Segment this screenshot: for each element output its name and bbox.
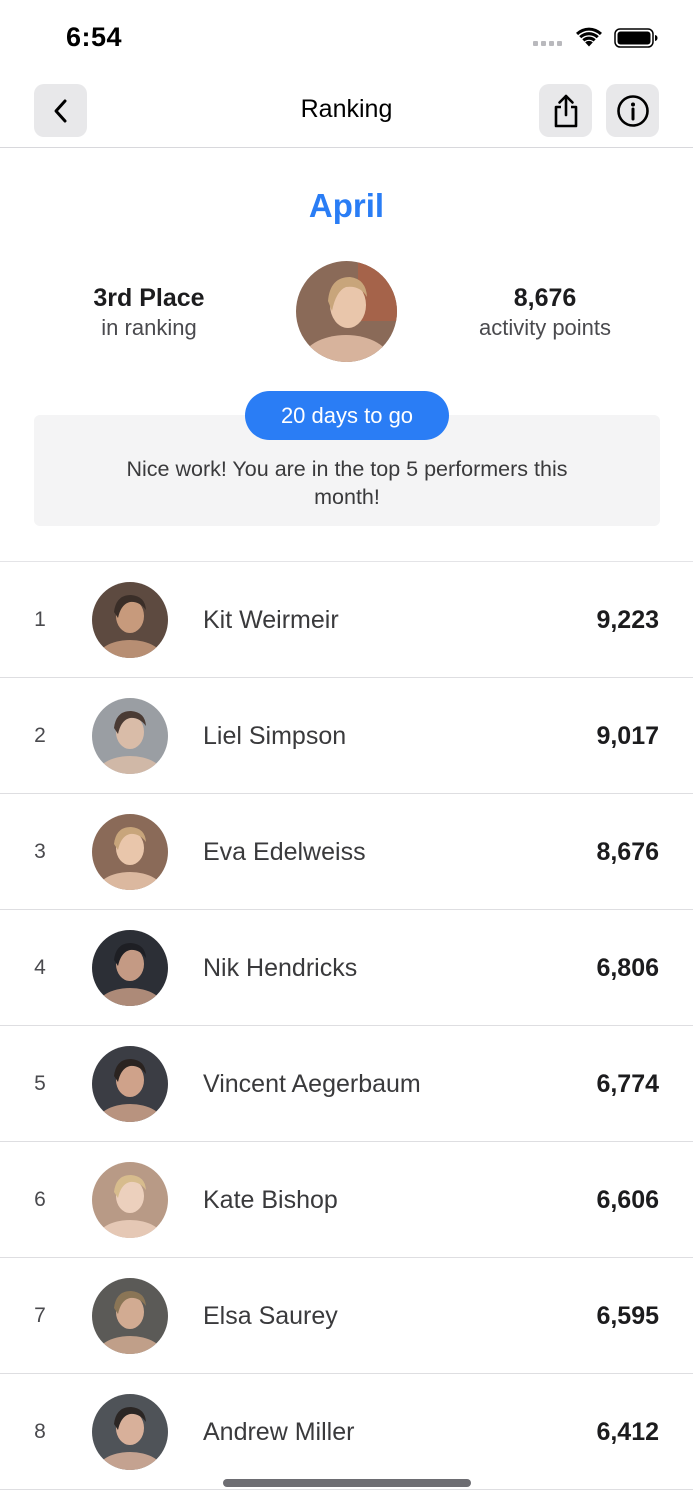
ranking-row[interactable]: 7 Elsa Saurey 6,595	[0, 1258, 693, 1374]
cellular-signal-icon	[533, 41, 562, 46]
member-name: Kate Bishop	[203, 1185, 338, 1214]
avatar	[92, 1394, 168, 1470]
rank-number: 1	[34, 608, 46, 631]
battery-icon	[614, 28, 658, 48]
member-points: 6,806	[596, 953, 659, 982]
member-name: Kit Weirmeir	[203, 605, 339, 634]
member-name: Liel Simpson	[203, 721, 347, 750]
avatar	[92, 1278, 168, 1354]
user-avatar	[296, 261, 397, 362]
place-stat: 3rd Place in ranking	[38, 283, 260, 343]
rank-number: 2	[34, 724, 46, 747]
place-caption: in ranking	[101, 315, 197, 340]
avatar	[92, 582, 168, 658]
avatar	[92, 1162, 168, 1238]
rank-number: 3	[34, 840, 46, 863]
encouragement-message: Nice work! You are in the top 5 performe…	[126, 457, 568, 509]
avatar	[92, 814, 168, 890]
avatar	[92, 1046, 168, 1122]
month-title: April	[308, 187, 385, 224]
rank-number: 8	[34, 1420, 46, 1443]
place-value: 3rd Place	[93, 284, 205, 312]
ranking-row[interactable]: 5 Vincent Aegerbaum 6,774	[0, 1026, 693, 1142]
member-points: 9,223	[596, 605, 659, 634]
member-points: 6,774	[596, 1069, 659, 1098]
share-button[interactable]	[539, 84, 592, 137]
share-icon	[554, 94, 577, 127]
member-points: 6,606	[596, 1185, 659, 1214]
ranking-list: 1 Kit Weirmeir 9,223 2 Liel Simpson 9,017 3 Eva…	[0, 561, 693, 1490]
nav-bar: Ranking	[0, 76, 693, 148]
member-name: Nik Hendricks	[203, 953, 358, 982]
avatar	[92, 698, 168, 774]
points-value: 8,676	[513, 284, 577, 312]
ranking-row[interactable]: 3 Eva Edelweiss 8,676	[0, 794, 693, 910]
rank-number: 5	[34, 1072, 46, 1095]
ranking-row[interactable]: 2 Liel Simpson 9,017	[0, 678, 693, 794]
points-stat: 8,676 activity points	[434, 283, 656, 343]
rank-number: 4	[34, 956, 46, 979]
days-to-go-badge[interactable]: 20 days to go	[245, 391, 449, 440]
member-name: Eva Edelweiss	[203, 837, 366, 866]
status-time: 6:54	[66, 22, 123, 52]
member-points: 9,017	[596, 721, 659, 750]
member-points: 6,595	[596, 1301, 659, 1330]
info-icon	[616, 94, 649, 127]
member-name: Vincent Aegerbaum	[203, 1069, 421, 1098]
ranking-row[interactable]: 8 Andrew Miller 6,412	[0, 1374, 693, 1490]
rank-number: 7	[34, 1304, 46, 1327]
ranking-row[interactable]: 1 Kit Weirmeir 9,223	[0, 562, 693, 678]
rank-number: 6	[34, 1188, 46, 1211]
member-points: 6,412	[596, 1417, 659, 1446]
member-name: Andrew Miller	[203, 1417, 355, 1446]
wifi-icon	[576, 27, 602, 47]
avatar	[92, 930, 168, 1006]
ranking-row[interactable]: 6 Kate Bishop 6,606	[0, 1142, 693, 1258]
member-points: 8,676	[596, 837, 659, 866]
member-name: Elsa Saurey	[203, 1301, 338, 1330]
home-indicator[interactable]	[223, 1479, 471, 1487]
points-caption: activity points	[478, 315, 612, 340]
info-button[interactable]	[606, 84, 659, 137]
ranking-row[interactable]: 4 Nik Hendricks 6,806	[0, 910, 693, 1026]
status-bar: 6:54	[0, 0, 693, 76]
